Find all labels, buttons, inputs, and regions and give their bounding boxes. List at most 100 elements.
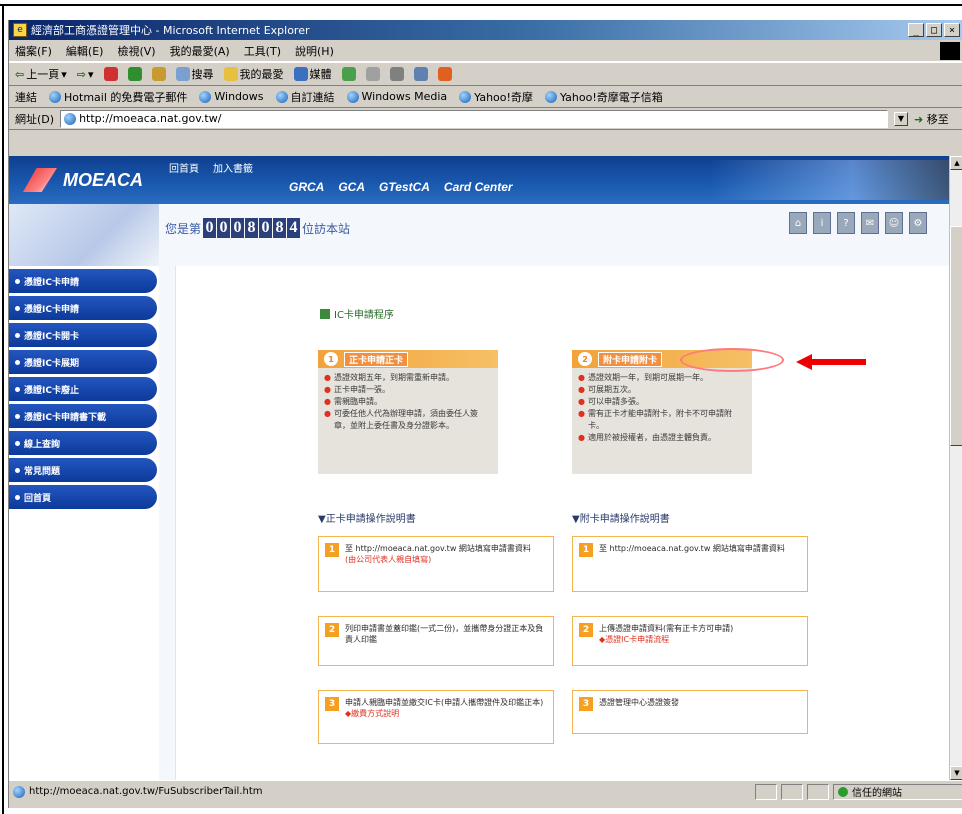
bullet-icon: ●: [324, 409, 331, 418]
nav-card-center[interactable]: Card Center: [444, 180, 513, 194]
primary-card-box: 1 正卡申請正卡 ● 憑證效期五年，到期需重新申請。 ● 正卡申請一張。 ● 需親臨申…: [318, 350, 498, 474]
link-custom[interactable]: 自訂連結: [275, 89, 335, 105]
step-text-link[interactable]: ◆憑證IC卡申請流程: [599, 635, 669, 644]
print-icon[interactable]: [389, 67, 404, 81]
info-icon[interactable]: i: [813, 212, 831, 234]
menu-favorites[interactable]: 我的最愛(A): [170, 43, 230, 59]
vertical-scrollbar[interactable]: ▲ ▼: [949, 156, 962, 780]
contact-icon[interactable]: ☺: [885, 212, 903, 234]
mail-icon[interactable]: ✉: [861, 212, 879, 234]
history-icon[interactable]: [341, 67, 356, 81]
menu-tools[interactable]: 工具(T): [244, 43, 281, 59]
card-header-label[interactable]: 附卡申請附卡: [598, 351, 663, 367]
menu-help[interactable]: 說明(H): [295, 43, 334, 59]
home-link[interactable]: 回首頁: [169, 160, 199, 175]
security-zone: 信任的網站: [833, 783, 962, 800]
sidebar-item-label: 憑證IC卡申請: [24, 304, 79, 315]
card-line-text: 可展期五次。: [587, 385, 636, 394]
nav-gca[interactable]: GCA: [338, 180, 365, 194]
card-line: ● 可委任他人代為辦理申請，須由委任人簽章，並附上委任書及身分證影本。: [324, 408, 492, 432]
stop-icon[interactable]: [103, 67, 118, 81]
bullet-icon: [15, 467, 20, 473]
ie-page-icon: [544, 90, 557, 103]
scroll-thumb[interactable]: [950, 226, 962, 446]
settings-icon[interactable]: ⚙: [909, 212, 927, 234]
bullet-icon: [15, 386, 20, 392]
address-bar: 網址(D) http://moeaca.nat.gov.tw/ ▼ ➜ 移至: [9, 108, 962, 130]
address-dropdown-icon[interactable]: ▼: [894, 111, 908, 126]
card-header-label[interactable]: 正卡申請正卡: [344, 351, 409, 367]
forward-arrow-icon: ⇨: [76, 67, 86, 81]
mail-icon[interactable]: [365, 67, 380, 81]
messenger-icon[interactable]: [437, 67, 452, 81]
step-text-link[interactable]: ◆繳費方式說明: [345, 709, 399, 718]
help-icon[interactable]: ?: [837, 212, 855, 234]
card-line-text: 需有正卡才能申請附卡，附卡不可申請附卡。: [587, 409, 732, 430]
step-text: 上傳憑證申請資料(需有正卡方可申請) ◆憑證IC卡申請流程: [599, 623, 733, 659]
sidebar-item-download[interactable]: 憑證IC卡申請書下載: [9, 404, 157, 428]
scroll-down-icon[interactable]: ▼: [950, 766, 962, 780]
card-line-text: 可以申請多張。: [587, 397, 644, 406]
address-input[interactable]: http://moeaca.nat.gov.tw/: [60, 109, 888, 128]
sidebar-item-apply-2[interactable]: 憑證IC卡申請: [9, 296, 157, 320]
secondary-manual-title[interactable]: ▼附卡申請操作說明書: [572, 510, 670, 525]
search-button[interactable]: 搜尋: [175, 66, 214, 82]
step-text: 憑證管理中心憑證簽發: [599, 697, 679, 727]
close-button[interactable]: ×: [944, 23, 960, 37]
card-line-text: 憑證效期一年，到期可展期一年。: [587, 373, 708, 382]
link-hotmail-label: Hotmail 的免費電子郵件: [64, 90, 188, 104]
nav-gtestca[interactable]: GTestCA: [379, 180, 430, 194]
sidebar-item-faq[interactable]: 常見問題: [9, 458, 157, 482]
favorites-button[interactable]: 我的最愛: [223, 66, 284, 82]
forward-dropdown-icon: ▾: [87, 67, 94, 81]
home-icon[interactable]: [151, 67, 166, 81]
scroll-up-icon[interactable]: ▲: [950, 156, 962, 170]
nav-grca[interactable]: GRCA: [289, 180, 324, 194]
main-content: 您是第 0 0 0 8 0 8 4 位訪本站 ⌂ i ? ✉ ☺ ⚙ IC卡申請…: [159, 204, 949, 780]
step-number: 1: [325, 543, 339, 557]
minimize-button[interactable]: _: [908, 23, 924, 37]
menu-view[interactable]: 檢視(V): [117, 43, 155, 59]
top-icon-row: ⌂ i ? ✉ ☺ ⚙: [789, 212, 927, 234]
link-windows[interactable]: Windows: [199, 90, 264, 103]
sidebar-item-activate[interactable]: 憑證IC卡開卡: [9, 323, 157, 347]
back-button[interactable]: ⇦ 上一頁 ▾: [15, 66, 67, 82]
primary-step: 1 至 http://moeaca.nat.gov.tw 網站填寫申請書資料 (…: [318, 536, 554, 592]
sidebar-item-apply[interactable]: 憑證IC卡申請: [9, 269, 157, 293]
sidebar-item-revoke[interactable]: 憑證IC卡廢止: [9, 377, 157, 401]
secondary-step: 3 憑證管理中心憑證簽發: [572, 690, 808, 734]
forward-button[interactable]: ⇨ ▾: [77, 68, 94, 81]
card-line: ● 憑證效期五年，到期需重新申請。: [324, 372, 492, 384]
card-header: 1 正卡申請正卡: [318, 350, 498, 368]
menu-edit[interactable]: 編輯(E): [66, 43, 104, 59]
counter-digits: 0 0 0 8 0 8 4: [203, 218, 301, 238]
media-icon: [293, 67, 308, 81]
moeaca-logo[interactable]: MOEACA: [23, 164, 173, 196]
step-text-main: 憑證管理中心憑證簽發: [599, 698, 679, 707]
go-arrow-icon: ➜: [914, 112, 924, 126]
link-yahoo-mail[interactable]: Yahoo!奇摩電子信箱: [544, 89, 663, 105]
link-hotmail[interactable]: Hotmail 的免費電子郵件: [49, 89, 187, 105]
card-line: ● 適用於被授權者，由憑證主體負責。: [578, 432, 746, 444]
maximize-button[interactable]: □: [926, 23, 942, 37]
refresh-icon[interactable]: [127, 67, 142, 81]
card-number: 1: [324, 352, 338, 366]
windows-logo-icon: [940, 41, 960, 60]
bookmark-link[interactable]: 加入書籤: [213, 160, 253, 175]
back-label: 上一頁: [26, 68, 60, 81]
media-button[interactable]: 媒體: [293, 66, 332, 82]
link-windows-media[interactable]: Windows Media: [346, 90, 447, 103]
menu-file[interactable]: 檔案(F): [15, 43, 52, 59]
primary-manual-title[interactable]: ▼正卡申請操作說明書: [318, 510, 416, 525]
status-bar: http://moeaca.nat.gov.tw/FuSubscriberTai…: [9, 780, 962, 802]
sidebar-item-home[interactable]: 回首頁: [9, 485, 157, 509]
sidebar-item-renew[interactable]: 憑證IC卡展期: [9, 350, 157, 374]
sidebar-item-query[interactable]: 線上查詢: [9, 431, 157, 455]
home-icon[interactable]: ⌂: [789, 212, 807, 234]
bullet-icon: [15, 305, 20, 311]
edit-icon[interactable]: [413, 67, 428, 81]
bullet-icon: ●: [578, 373, 585, 382]
go-button[interactable]: ➜ 移至: [914, 111, 962, 127]
link-yahoo[interactable]: Yahoo!奇摩: [459, 89, 533, 105]
step-text-note: (由公司代表人親自填寫): [345, 555, 432, 564]
